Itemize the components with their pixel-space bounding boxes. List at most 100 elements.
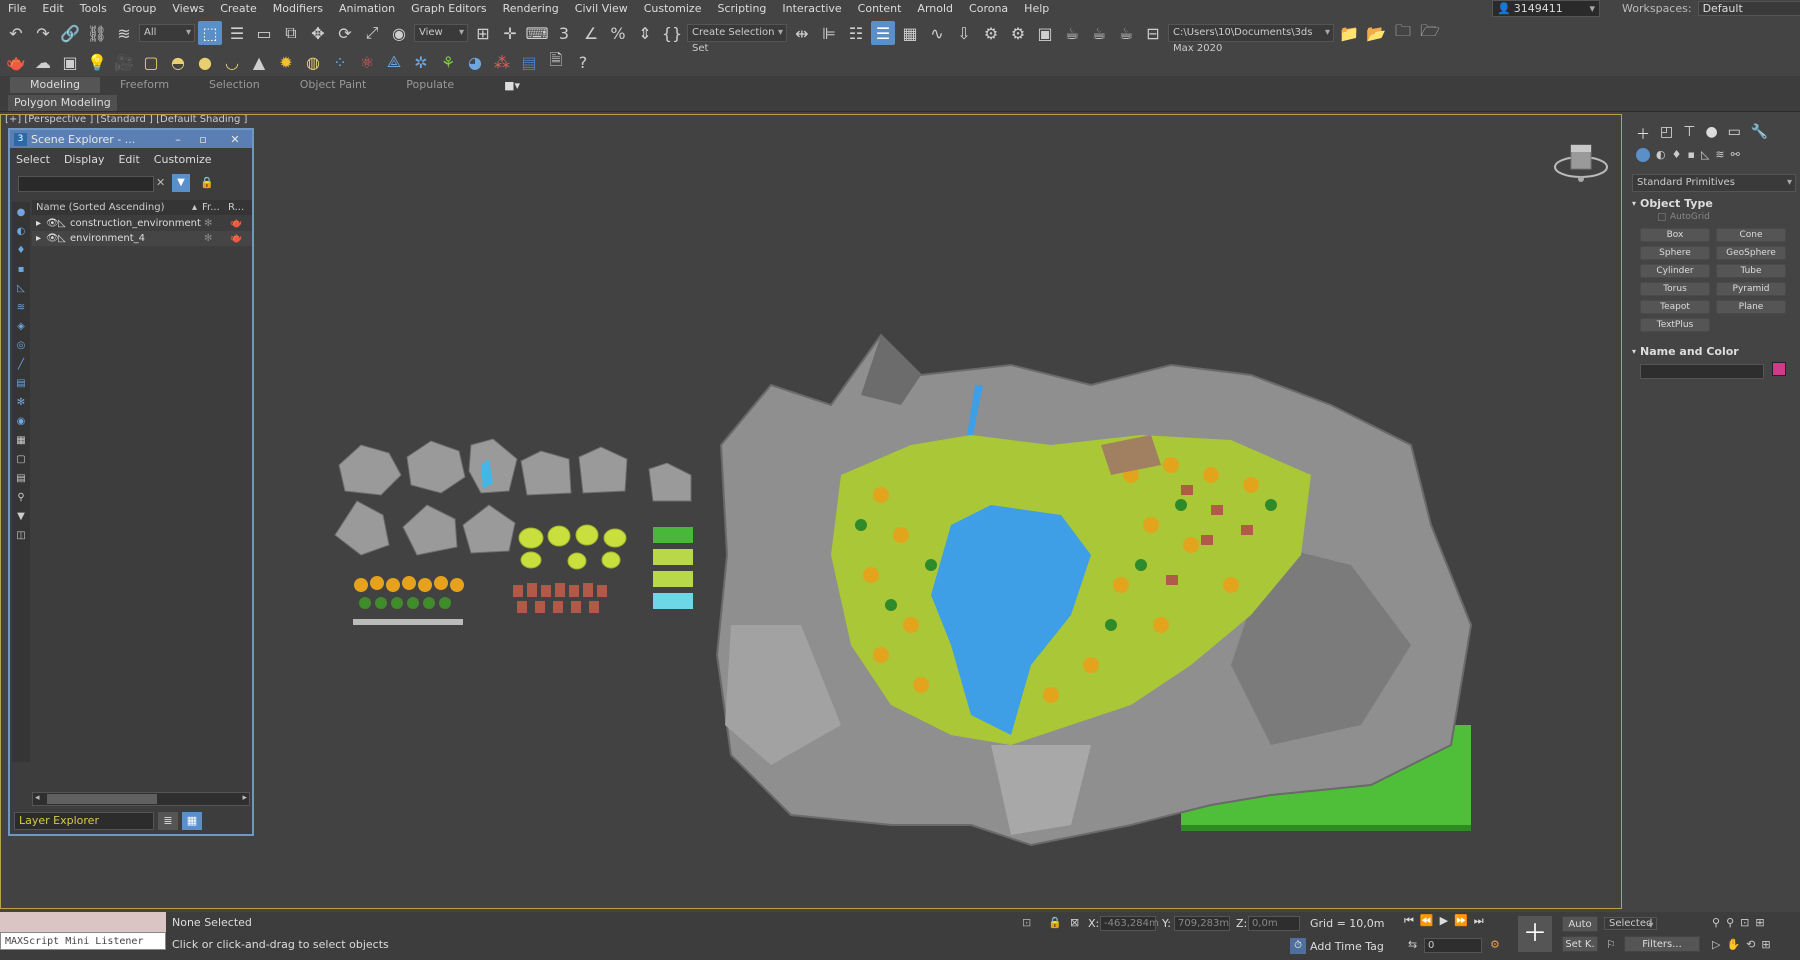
camera-icon[interactable]: 🎥	[112, 50, 136, 74]
menu-views[interactable]: Views	[164, 2, 212, 15]
torus-button[interactable]: Torus	[1640, 282, 1710, 296]
cone-icon[interactable]: ▲	[247, 50, 271, 74]
cloud-icon[interactable]: ☁	[31, 50, 55, 74]
menu-modifiers[interactable]: Modifiers	[265, 2, 331, 15]
hemisphere-icon[interactable]: ◓	[166, 50, 190, 74]
lights-icon[interactable]: ♦	[1672, 148, 1682, 162]
workspaces-select[interactable]: Default	[1697, 1, 1800, 16]
menu-tools[interactable]: Tools	[72, 2, 115, 15]
material-sphere-icon[interactable]: ◕	[463, 50, 487, 74]
scene-explorer-search-input[interactable]	[18, 176, 154, 192]
molecule-icon[interactable]: ⚛	[355, 50, 379, 74]
render-production-icon[interactable]: ☕	[1060, 21, 1084, 45]
select-object-icon[interactable]: ⬚	[198, 21, 222, 45]
project-save-icon[interactable]: 🗁	[1418, 21, 1442, 45]
render-iterative-icon[interactable]: ☕	[1087, 21, 1111, 45]
tab-populate[interactable]: Populate	[386, 77, 474, 93]
select-manipulate-icon[interactable]: ✛	[498, 21, 522, 45]
go-to-start-icon[interactable]: ⏮	[1404, 914, 1414, 928]
transform-mode-icon[interactable]: ⊠	[1070, 916, 1079, 929]
isolate-icon[interactable]: ⊡	[1022, 916, 1031, 929]
column-render[interactable]: R...	[228, 202, 248, 213]
menu-content[interactable]: Content	[850, 2, 910, 15]
set-key-button[interactable]: Set K.	[1562, 936, 1598, 952]
bind-space-warp-icon[interactable]: ≋	[112, 21, 136, 45]
space-warps-icon[interactable]: ≋	[1715, 148, 1724, 162]
render-icon[interactable]: ▤	[517, 50, 541, 74]
window-crossing-icon[interactable]: ⧉	[279, 21, 303, 45]
create-tab-icon[interactable]: ＋	[1636, 124, 1650, 144]
menu-scripting[interactable]: Scripting	[709, 2, 774, 15]
sphere-primitive-icon[interactable]: ●	[193, 50, 217, 74]
sun-icon[interactable]: ✹	[274, 50, 298, 74]
add-time-tag[interactable]: Add Time Tag	[1310, 940, 1384, 953]
pyramid-button[interactable]: Pyramid	[1716, 282, 1786, 296]
maximize-icon[interactable]: ▫	[188, 133, 218, 146]
menu-create[interactable]: Create	[212, 2, 265, 15]
se-menu-customize[interactable]: Customize	[154, 153, 212, 166]
material-editor-icon[interactable]: ⚙	[979, 21, 1003, 45]
frozen-filter-icon[interactable]: ✻	[14, 396, 28, 410]
tab-selection[interactable]: Selection	[189, 77, 280, 93]
menu-rendering[interactable]: Rendering	[495, 2, 567, 15]
find-icon[interactable]: ⚲	[14, 491, 28, 505]
render-frame-icon[interactable]: ▣	[58, 50, 82, 74]
move-icon[interactable]: ✥	[306, 21, 330, 45]
geometry-icon[interactable]	[1636, 148, 1650, 162]
group-filter-icon[interactable]: ◈	[14, 320, 28, 334]
shape-filter-icon[interactable]: ◐	[14, 225, 28, 239]
cameras-icon[interactable]: ▪	[1687, 148, 1694, 162]
motion-tab-icon[interactable]: ●	[1705, 124, 1717, 144]
display-tab-icon[interactable]: ▭	[1728, 124, 1741, 144]
key-filters-icon[interactable]: ⚐	[1606, 938, 1616, 951]
zoom-icon[interactable]: ⚲	[1712, 916, 1720, 929]
plane-button[interactable]: Plane	[1716, 300, 1786, 314]
menu-civil-view[interactable]: Civil View	[567, 2, 636, 15]
display-all-icon[interactable]: ▦	[14, 434, 28, 448]
expand-arrow-icon[interactable]: ▸	[36, 218, 46, 229]
polygon-modeling-panel[interactable]: Polygon Modeling	[8, 95, 117, 111]
helper-filter-icon[interactable]: ◺	[14, 282, 28, 296]
set-project-icon[interactable]: 📁	[1337, 21, 1361, 45]
orbit-icon[interactable]: ⟲	[1746, 938, 1755, 951]
textplus-button[interactable]: TextPlus	[1640, 318, 1710, 332]
tab-modeling[interactable]: Modeling	[10, 77, 101, 93]
undo-icon[interactable]: ↶	[4, 21, 28, 45]
scroll-thumb[interactable]	[47, 794, 157, 804]
clear-search-icon[interactable]: ✕	[156, 176, 165, 189]
reference-coordinate-select[interactable]: View	[414, 24, 468, 42]
project-folder-icon[interactable]: 📂	[1364, 21, 1388, 45]
teapot-icon[interactable]: 🫖	[4, 50, 28, 74]
key-mode-icon[interactable]: ⇆	[1408, 938, 1417, 951]
object-color-swatch[interactable]	[1772, 362, 1786, 376]
se-menu-select[interactable]: Select	[16, 153, 50, 166]
xref-filter-icon[interactable]: ◎	[14, 339, 28, 353]
time-config-icon[interactable]: ⚙	[1490, 938, 1500, 951]
funnel-icon[interactable]: ▼	[14, 510, 28, 524]
table-view-icon[interactable]: ▦	[182, 812, 202, 830]
maxscript-output[interactable]	[0, 912, 166, 932]
menu-corona[interactable]: Corona	[961, 2, 1016, 15]
current-frame-field[interactable]: 0	[1424, 938, 1482, 953]
menu-animation[interactable]: Animation	[331, 2, 403, 15]
project-open-icon[interactable]: 🗀	[1391, 21, 1415, 45]
menu-interactive[interactable]: Interactive	[774, 2, 849, 15]
geosphere-button[interactable]: GeoSphere	[1716, 246, 1786, 260]
rotate-icon[interactable]: ⟳	[333, 21, 357, 45]
user-account[interactable]: 👤 3149411 ▾	[1492, 0, 1600, 17]
curve-editor-icon[interactable]: ∿	[925, 21, 949, 45]
schematic-view-icon[interactable]: ⇩	[952, 21, 976, 45]
filter-icon[interactable]: ▼	[172, 174, 190, 192]
file-icon[interactable]: 🗎	[544, 50, 568, 74]
field-of-view-icon[interactable]: ▷	[1712, 938, 1720, 951]
asset-library-models[interactable]	[331, 435, 701, 705]
selection-filter-select[interactable]: All	[139, 24, 195, 42]
shapes-icon[interactable]: ◐	[1656, 148, 1666, 162]
angle-snap-icon[interactable]: ∠	[579, 21, 603, 45]
next-frame-icon[interactable]: ⏩	[1454, 914, 1468, 928]
invert-display-icon[interactable]: ▤	[14, 472, 28, 486]
horizontal-scrollbar[interactable]: ◂ ▸	[32, 792, 250, 806]
cone-button[interactable]: Cone	[1716, 228, 1786, 242]
material-dots-icon[interactable]: ⁂	[490, 50, 514, 74]
menu-arnold[interactable]: Arnold	[909, 2, 961, 15]
